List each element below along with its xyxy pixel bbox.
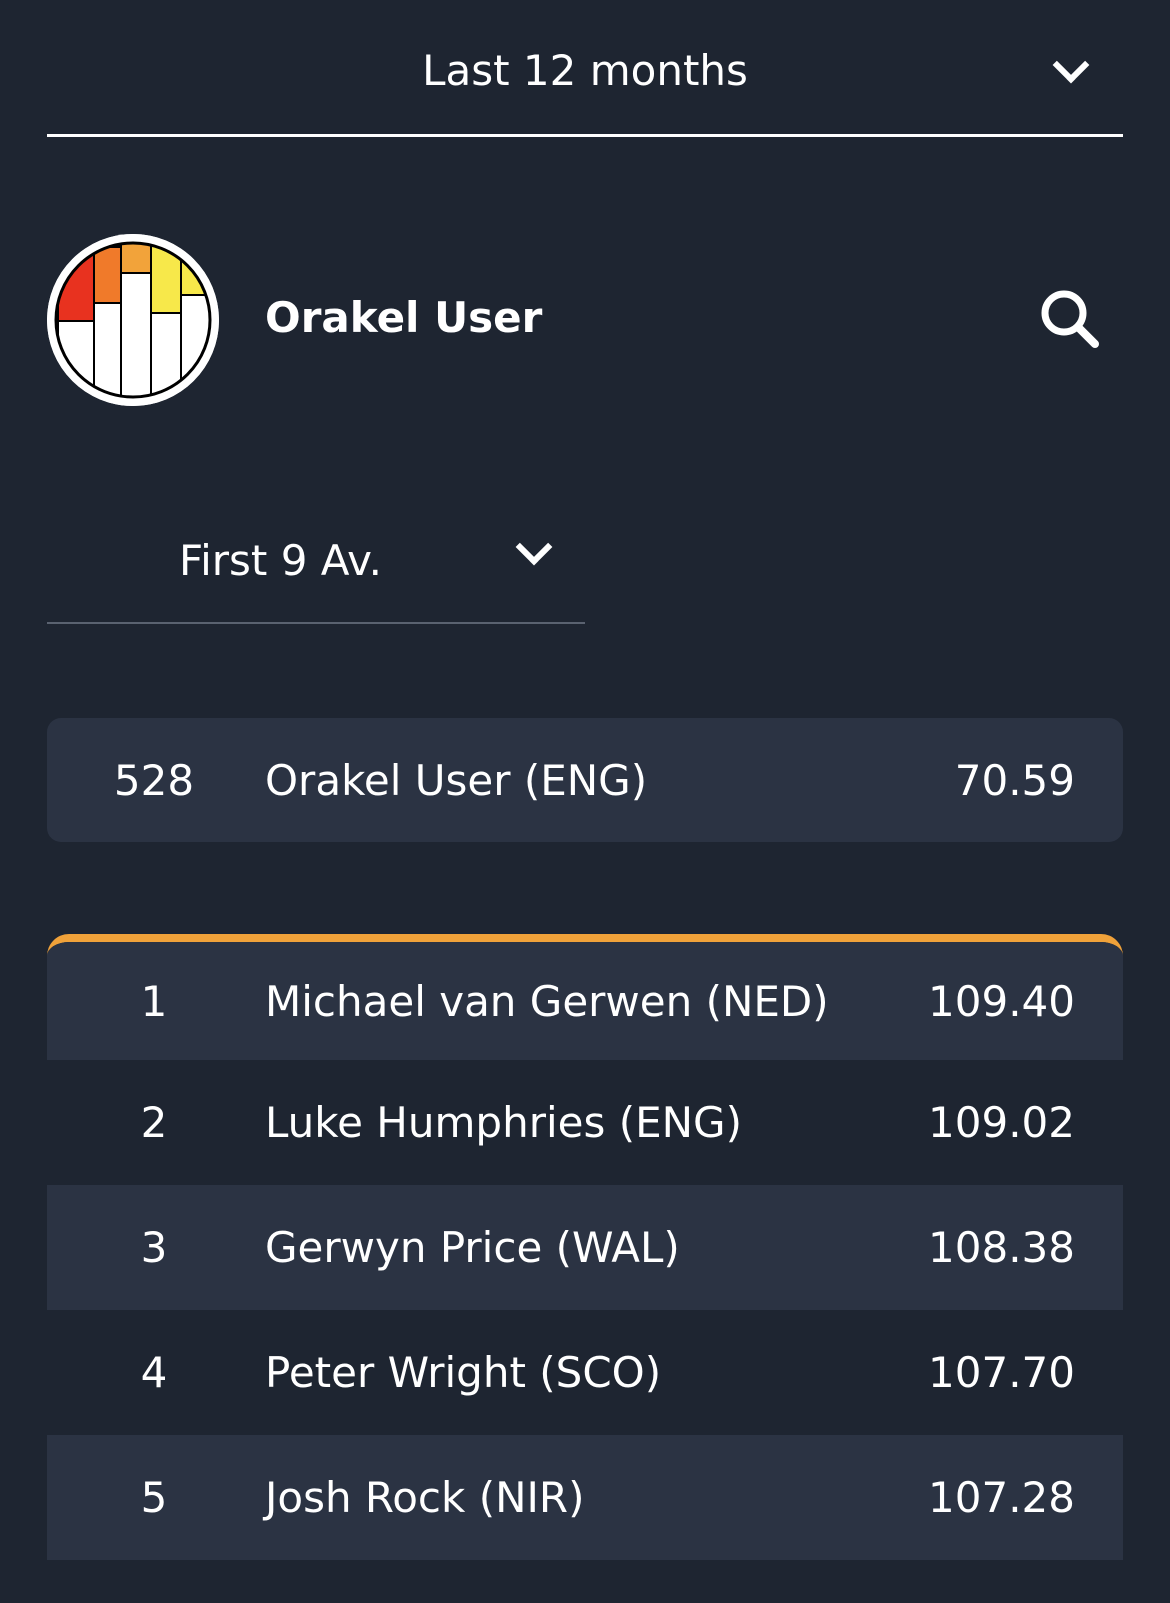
table-row[interactable]: 4 Peter Wright (SCO) 107.70 — [47, 1310, 1123, 1435]
user-name: Orakel User (ENG) — [265, 755, 648, 805]
profile-name: Orakel User — [265, 293, 543, 342]
row-value: 109.40 — [928, 976, 1075, 1026]
current-user-row[interactable]: 528 Orakel User (ENG) 70.59 — [47, 718, 1123, 842]
profile-header: Orakel User — [47, 234, 1123, 406]
row-player-name: Peter Wright (SCO) — [265, 1348, 662, 1397]
row-rank: 4 — [140, 1348, 168, 1397]
row-rank: 3 — [140, 1223, 168, 1272]
row-rank: 2 — [140, 1098, 168, 1147]
search-icon[interactable] — [1037, 286, 1103, 352]
leaderboard-table: 1 Michael van Gerwen (NED) 109.40 2 Luke… — [47, 934, 1123, 1566]
stat-dropdown[interactable]: First 9 Av. — [47, 500, 585, 624]
user-value: 70.59 — [954, 755, 1075, 805]
row-value: 107.70 — [928, 1348, 1075, 1397]
row-value: 108.38 — [928, 1223, 1075, 1272]
row-player-name: Josh Rock (NIR) — [265, 1473, 585, 1522]
table-row[interactable]: 2 Luke Humphries (ENG) 109.02 — [47, 1060, 1123, 1185]
table-row[interactable]: 3 Gerwyn Price (WAL) 108.38 — [47, 1185, 1123, 1310]
row-player-name: Michael van Gerwen (NED) — [265, 976, 829, 1026]
chevron-down-icon — [515, 528, 553, 566]
period-dropdown-value: Last 12 months — [422, 46, 748, 95]
user-rank: 528 — [113, 755, 195, 805]
table-row[interactable]: 5 Josh Rock (NIR) 107.28 — [47, 1435, 1123, 1560]
table-row[interactable]: 1 Michael van Gerwen (NED) 109.40 — [47, 942, 1123, 1060]
row-value: 107.28 — [928, 1473, 1075, 1522]
row-rank: 5 — [140, 1473, 168, 1522]
row-player-name: Gerwyn Price (WAL) — [265, 1223, 680, 1272]
period-dropdown[interactable]: Last 12 months — [47, 20, 1123, 137]
row-value: 109.02 — [928, 1098, 1075, 1147]
orakel-logo-avatar — [47, 234, 219, 406]
row-rank: 1 — [140, 976, 168, 1026]
stat-dropdown-value: First 9 Av. — [179, 536, 383, 585]
row-player-name: Luke Humphries (ENG) — [265, 1098, 742, 1147]
